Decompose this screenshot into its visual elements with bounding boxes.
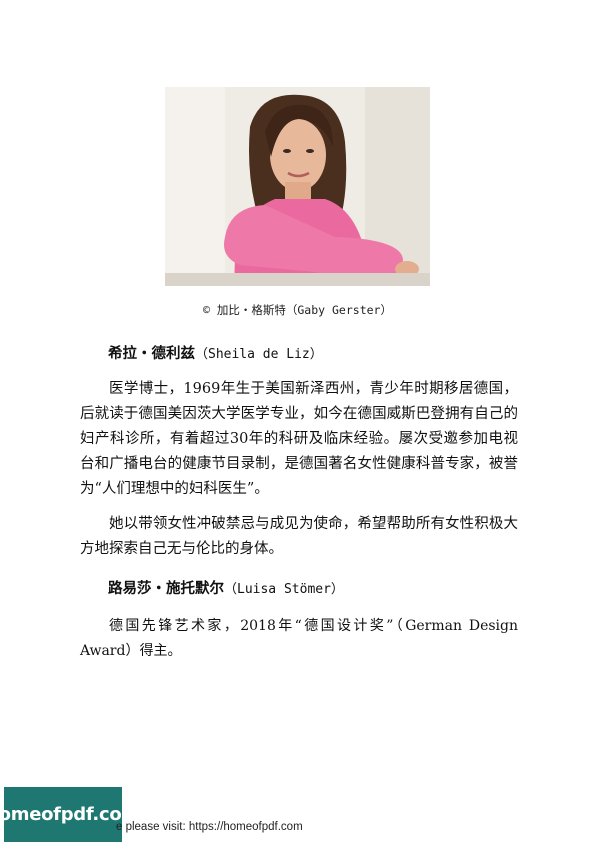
author1-heading: 希拉・德利兹（Sheila de Liz）	[108, 342, 323, 363]
homeofpdf-logo[interactable]: homeofpdf.com	[0, 787, 140, 842]
author2-heading: 路易莎・施托默尔（Luisa Stömer）	[108, 577, 344, 598]
author1-bio-paragraph-1: 医学博士，1969年生于美国新泽西州，青少年时期移居德国，后就读于德国美因茨大学…	[80, 381, 518, 497]
author2-bio-paragraph-1: 德国先锋艺术家，2018年“德国设计奖”（German Design Award…	[80, 618, 518, 659]
author2-name-cn: 路易莎・施托默尔	[108, 580, 224, 597]
photo-caption: © 加比・格斯特（Gaby Gerster）	[203, 303, 392, 317]
footer-visit-link[interactable]: e please visit: https://homeofpdf.com	[116, 821, 303, 833]
portrait-illustration	[165, 87, 430, 286]
author-photo	[165, 87, 430, 286]
author2-name-latin: （Luisa Stömer）	[224, 582, 344, 597]
author1-bio-paragraph-2: 她以带领女性冲破禁忌与成见为使命，希望帮助所有女性积极大方地探索自己无与伦比的身…	[80, 516, 518, 557]
author1-name-cn: 希拉・德利兹	[108, 345, 195, 362]
author1-name-latin: （Sheila de Liz）	[195, 347, 323, 362]
